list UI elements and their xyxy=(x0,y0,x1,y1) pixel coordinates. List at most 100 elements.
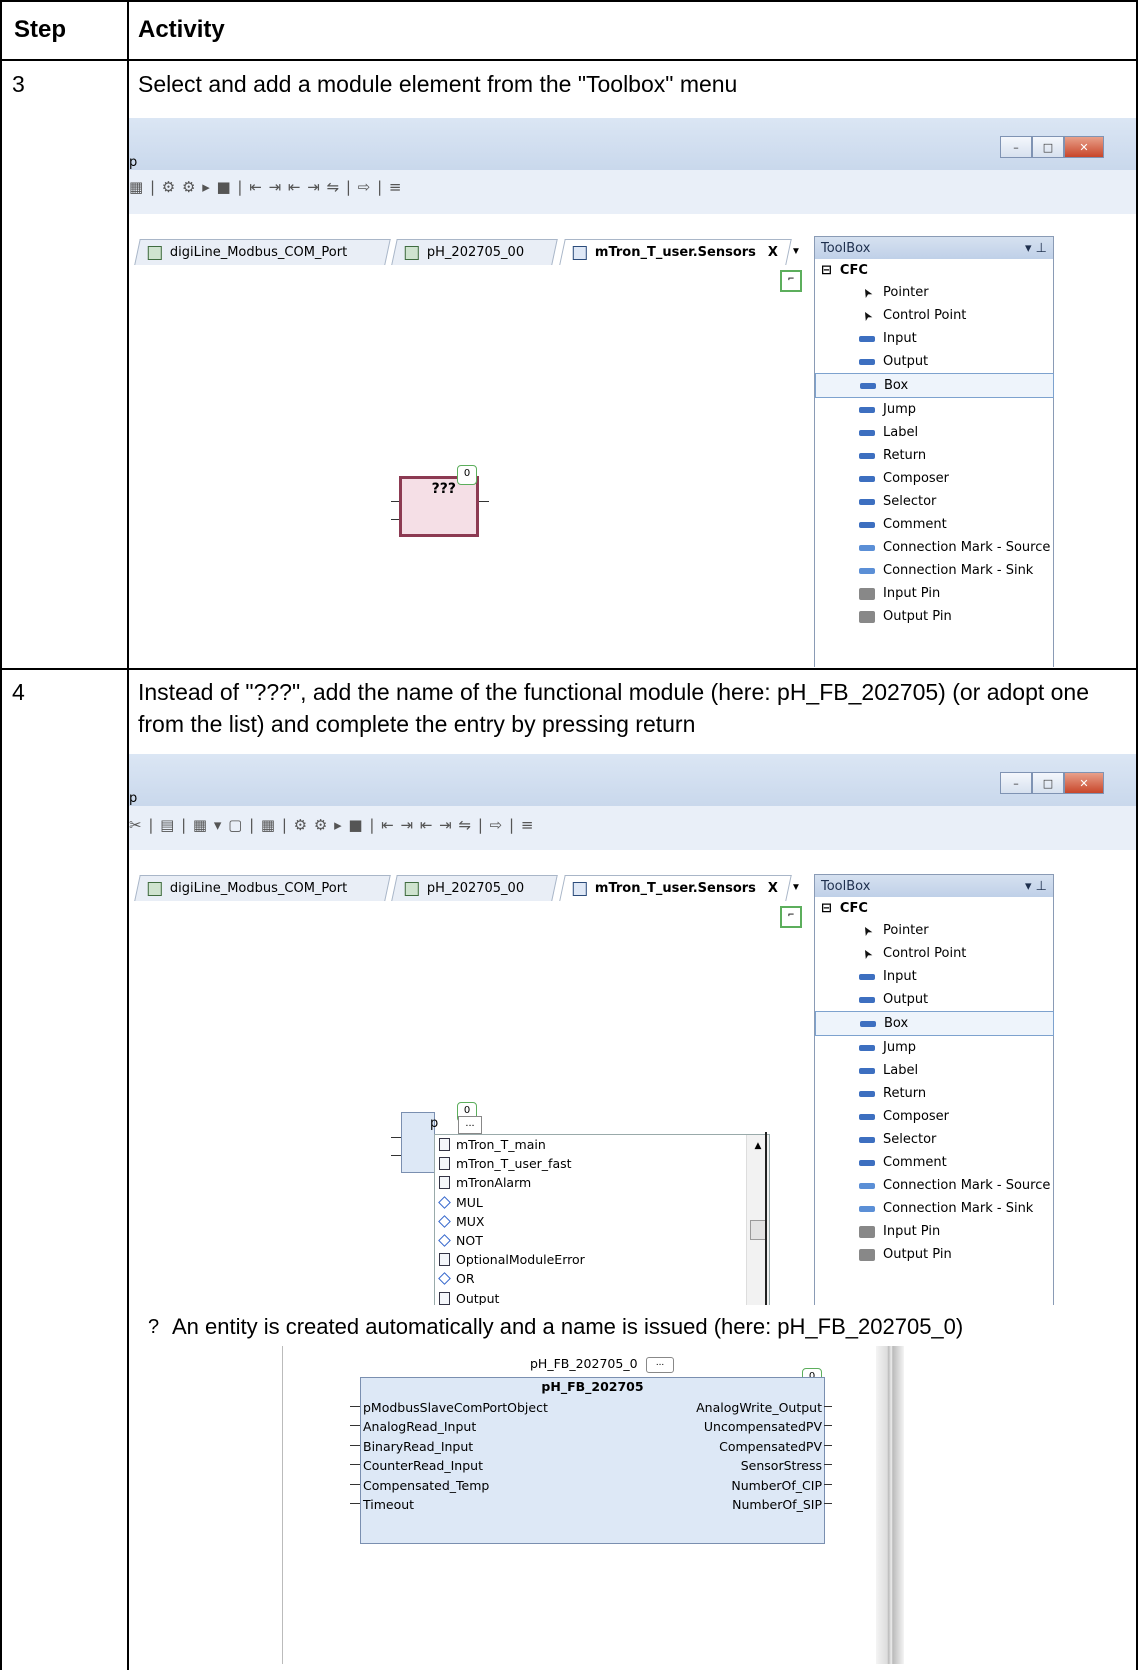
toolbox-item-label: Output xyxy=(883,992,929,1007)
toolbox-item-comment[interactable]: Comment xyxy=(815,513,1053,536)
panel-splitter[interactable] xyxy=(876,1346,904,1664)
layout-toggle-icon[interactable]: ⌐ xyxy=(780,270,802,292)
cfc-box[interactable]: ??? xyxy=(399,476,479,537)
input-pin[interactable] xyxy=(350,1464,360,1466)
pin-icon[interactable]: ▾ ⊥ xyxy=(1025,879,1047,894)
layout-toggle-icon[interactable]: ⌐ xyxy=(780,906,802,928)
collapse-icon[interactable]: ⊟ xyxy=(821,263,832,278)
input-pin[interactable] xyxy=(350,1425,360,1427)
output-pin[interactable] xyxy=(824,1483,832,1485)
toolbox-header: ToolBox ▾ ⊥ xyxy=(815,237,1053,259)
toolbox-item-box[interactable]: Box xyxy=(815,373,1054,398)
output-pin[interactable] xyxy=(824,1464,832,1466)
toolbox-item-composer[interactable]: Composer xyxy=(815,1105,1053,1128)
autocomplete-item[interactable]: NOT xyxy=(435,1231,769,1250)
toolbox-item-pointer[interactable]: ➤ Pointer xyxy=(815,919,1053,942)
toolbox-item-composer[interactable]: Composer xyxy=(815,467,1053,490)
toolbox-item-input[interactable]: Input xyxy=(815,965,1053,988)
autocomplete-item[interactable]: mTron_T_user_fast xyxy=(435,1154,769,1173)
maximize-button[interactable]: □ xyxy=(1032,772,1064,794)
input-pin[interactable] xyxy=(350,1503,360,1504)
autocomplete-item[interactable]: mTron_T_main xyxy=(435,1135,769,1154)
autocomplete-list[interactable]: mTron_T_main mTron_T_user_fast mTronAlarm M… xyxy=(434,1134,770,1305)
toolbox-item-control-point[interactable]: ➤ Control Point xyxy=(815,942,1053,965)
output-pin[interactable] xyxy=(824,1406,832,1407)
autocomplete-item[interactable]: Output xyxy=(435,1289,769,1305)
toolbox-item-connection-mark-sink[interactable]: Connection Mark - Sink xyxy=(815,1197,1053,1220)
close-button[interactable]: ✕ xyxy=(1064,136,1104,158)
toolbox-item-label[interactable]: Label xyxy=(815,1059,1053,1082)
autocomplete-item[interactable]: MUX xyxy=(435,1212,769,1231)
tab-ph-202705[interactable]: pH_202705_00 xyxy=(391,239,559,265)
toolbox-item-selector[interactable]: Selector xyxy=(815,490,1053,513)
tab-dropdown-icon[interactable]: ▼ xyxy=(791,246,801,257)
toolbar-icons[interactable]: ▦ | ⚙ ⚙ ▸ ■ | ⇤ ⇥ ⇤ ⇥ ⇋ | ⇨ | ≡ xyxy=(129,178,402,196)
collapse-icon[interactable]: ⊟ xyxy=(821,901,832,916)
jump-icon xyxy=(859,406,875,413)
output-pin[interactable] xyxy=(824,1503,832,1504)
autocomplete-item[interactable]: OR xyxy=(435,1269,769,1288)
input-pin[interactable] xyxy=(350,1406,360,1407)
toolbox-group-cfc[interactable]: ⊟ CFC xyxy=(815,259,1053,281)
group-label: CFC xyxy=(839,900,868,916)
tab-dropdown-icon[interactable]: ▼ xyxy=(791,882,801,893)
toolbox-item-label: Comment xyxy=(883,1155,947,1170)
toolbox-item-input-pin[interactable]: Input Pin xyxy=(815,582,1053,605)
toolbox-items: ➤ Pointer ➤ Control Point Input Output Box Jump… xyxy=(815,281,1054,628)
toolbox-item-output-pin[interactable]: Output Pin xyxy=(815,605,1053,628)
autocomplete-item[interactable]: mTronAlarm xyxy=(435,1173,769,1192)
tab-mtron-sensors[interactable]: mTron_T_user.Sensors X xyxy=(558,239,792,265)
output-pin[interactable] xyxy=(824,1444,832,1446)
toolbox-group-cfc[interactable]: ⊟ CFC xyxy=(815,897,1053,919)
toolbox-item-pointer[interactable]: ➤ Pointer xyxy=(815,281,1053,304)
toolbox-item-label: Control Point xyxy=(883,946,967,961)
toolbox-item-connection-mark-source[interactable]: Connection Mark - Source xyxy=(815,1174,1053,1197)
toolbox-item-jump[interactable]: Jump xyxy=(815,398,1053,421)
box-name-input[interactable]: p xyxy=(430,1116,438,1131)
composer-icon xyxy=(859,475,875,482)
toolbox-item-output[interactable]: Output xyxy=(815,988,1053,1011)
toolbox-item-jump[interactable]: Jump xyxy=(815,1036,1053,1059)
toolbox-item-input-pin[interactable]: Input Pin xyxy=(815,1220,1053,1243)
close-button[interactable]: ✕ xyxy=(1064,772,1104,794)
autocomplete-edge xyxy=(765,1132,767,1305)
toolbox-item-selector[interactable]: Selector xyxy=(815,1128,1053,1151)
toolbox-item-label[interactable]: Label xyxy=(815,421,1053,444)
input-assistant-button[interactable]: ... xyxy=(646,1357,674,1373)
pin-icon[interactable]: ▾ ⊥ xyxy=(1025,241,1047,256)
function-block[interactable]: pH_FB_202705 pModbusSlaveComPortObject An… xyxy=(360,1377,825,1544)
maximize-button[interactable]: □ xyxy=(1032,136,1064,158)
scroll-thumb[interactable] xyxy=(750,1220,766,1240)
toolbox-item-connection-mark-sink[interactable]: Connection Mark - Sink xyxy=(815,559,1053,582)
tab-digiline-modbus[interactable]: digiLine_Modbus_COM_Port xyxy=(134,875,392,901)
tab-ph-202705[interactable]: pH_202705_00 xyxy=(391,875,559,901)
minimize-button[interactable]: – xyxy=(1000,772,1032,794)
toolbox-item-label: Box xyxy=(884,378,909,393)
tab-mtron-sensors[interactable]: mTron_T_user.Sensors X xyxy=(558,875,792,901)
input-pin[interactable] xyxy=(350,1444,360,1446)
toolbox-item-return[interactable]: Return xyxy=(815,444,1053,467)
output-pin-label: SensorStress xyxy=(740,1458,822,1474)
toolbox-item-connection-mark-source[interactable]: Connection Mark - Source xyxy=(815,536,1053,559)
header-step: Step xyxy=(14,16,67,43)
input-pin[interactable] xyxy=(350,1483,360,1485)
tab-close-icon[interactable]: X xyxy=(767,881,777,896)
minimize-button[interactable]: – xyxy=(1000,136,1032,158)
toolbox-item-input[interactable]: Input xyxy=(815,327,1053,350)
output-pin[interactable] xyxy=(824,1425,832,1427)
toolbox-item-label: Pointer xyxy=(883,285,929,300)
toolbox-item-output-pin[interactable]: Output Pin xyxy=(815,1243,1053,1266)
toolbox-item-control-point[interactable]: ➤ Control Point xyxy=(815,304,1053,327)
autocomplete-item[interactable]: MUL xyxy=(435,1193,769,1212)
toolbox-item-return[interactable]: Return xyxy=(815,1082,1053,1105)
toolbox-item-comment[interactable]: Comment xyxy=(815,1151,1053,1174)
autocomplete-item[interactable]: OptionalModuleError xyxy=(435,1250,769,1269)
input-assistant-button[interactable]: ... xyxy=(458,1116,482,1134)
toolbox-item-output[interactable]: Output xyxy=(815,350,1053,373)
toolbar-icons[interactable]: ✂ | ▤ | ▦ ▾ ▢ | ▦ | ⚙ ⚙ ▸ ■ | ⇤ ⇥ ⇤ ⇥ ⇋ … xyxy=(129,816,534,834)
tab-close-icon[interactable]: X xyxy=(767,245,777,260)
comment-icon xyxy=(859,521,875,528)
box-icon xyxy=(860,1020,876,1027)
tab-digiline-modbus[interactable]: digiLine_Modbus_COM_Port xyxy=(134,239,392,265)
toolbox-item-box[interactable]: Box xyxy=(815,1011,1054,1036)
